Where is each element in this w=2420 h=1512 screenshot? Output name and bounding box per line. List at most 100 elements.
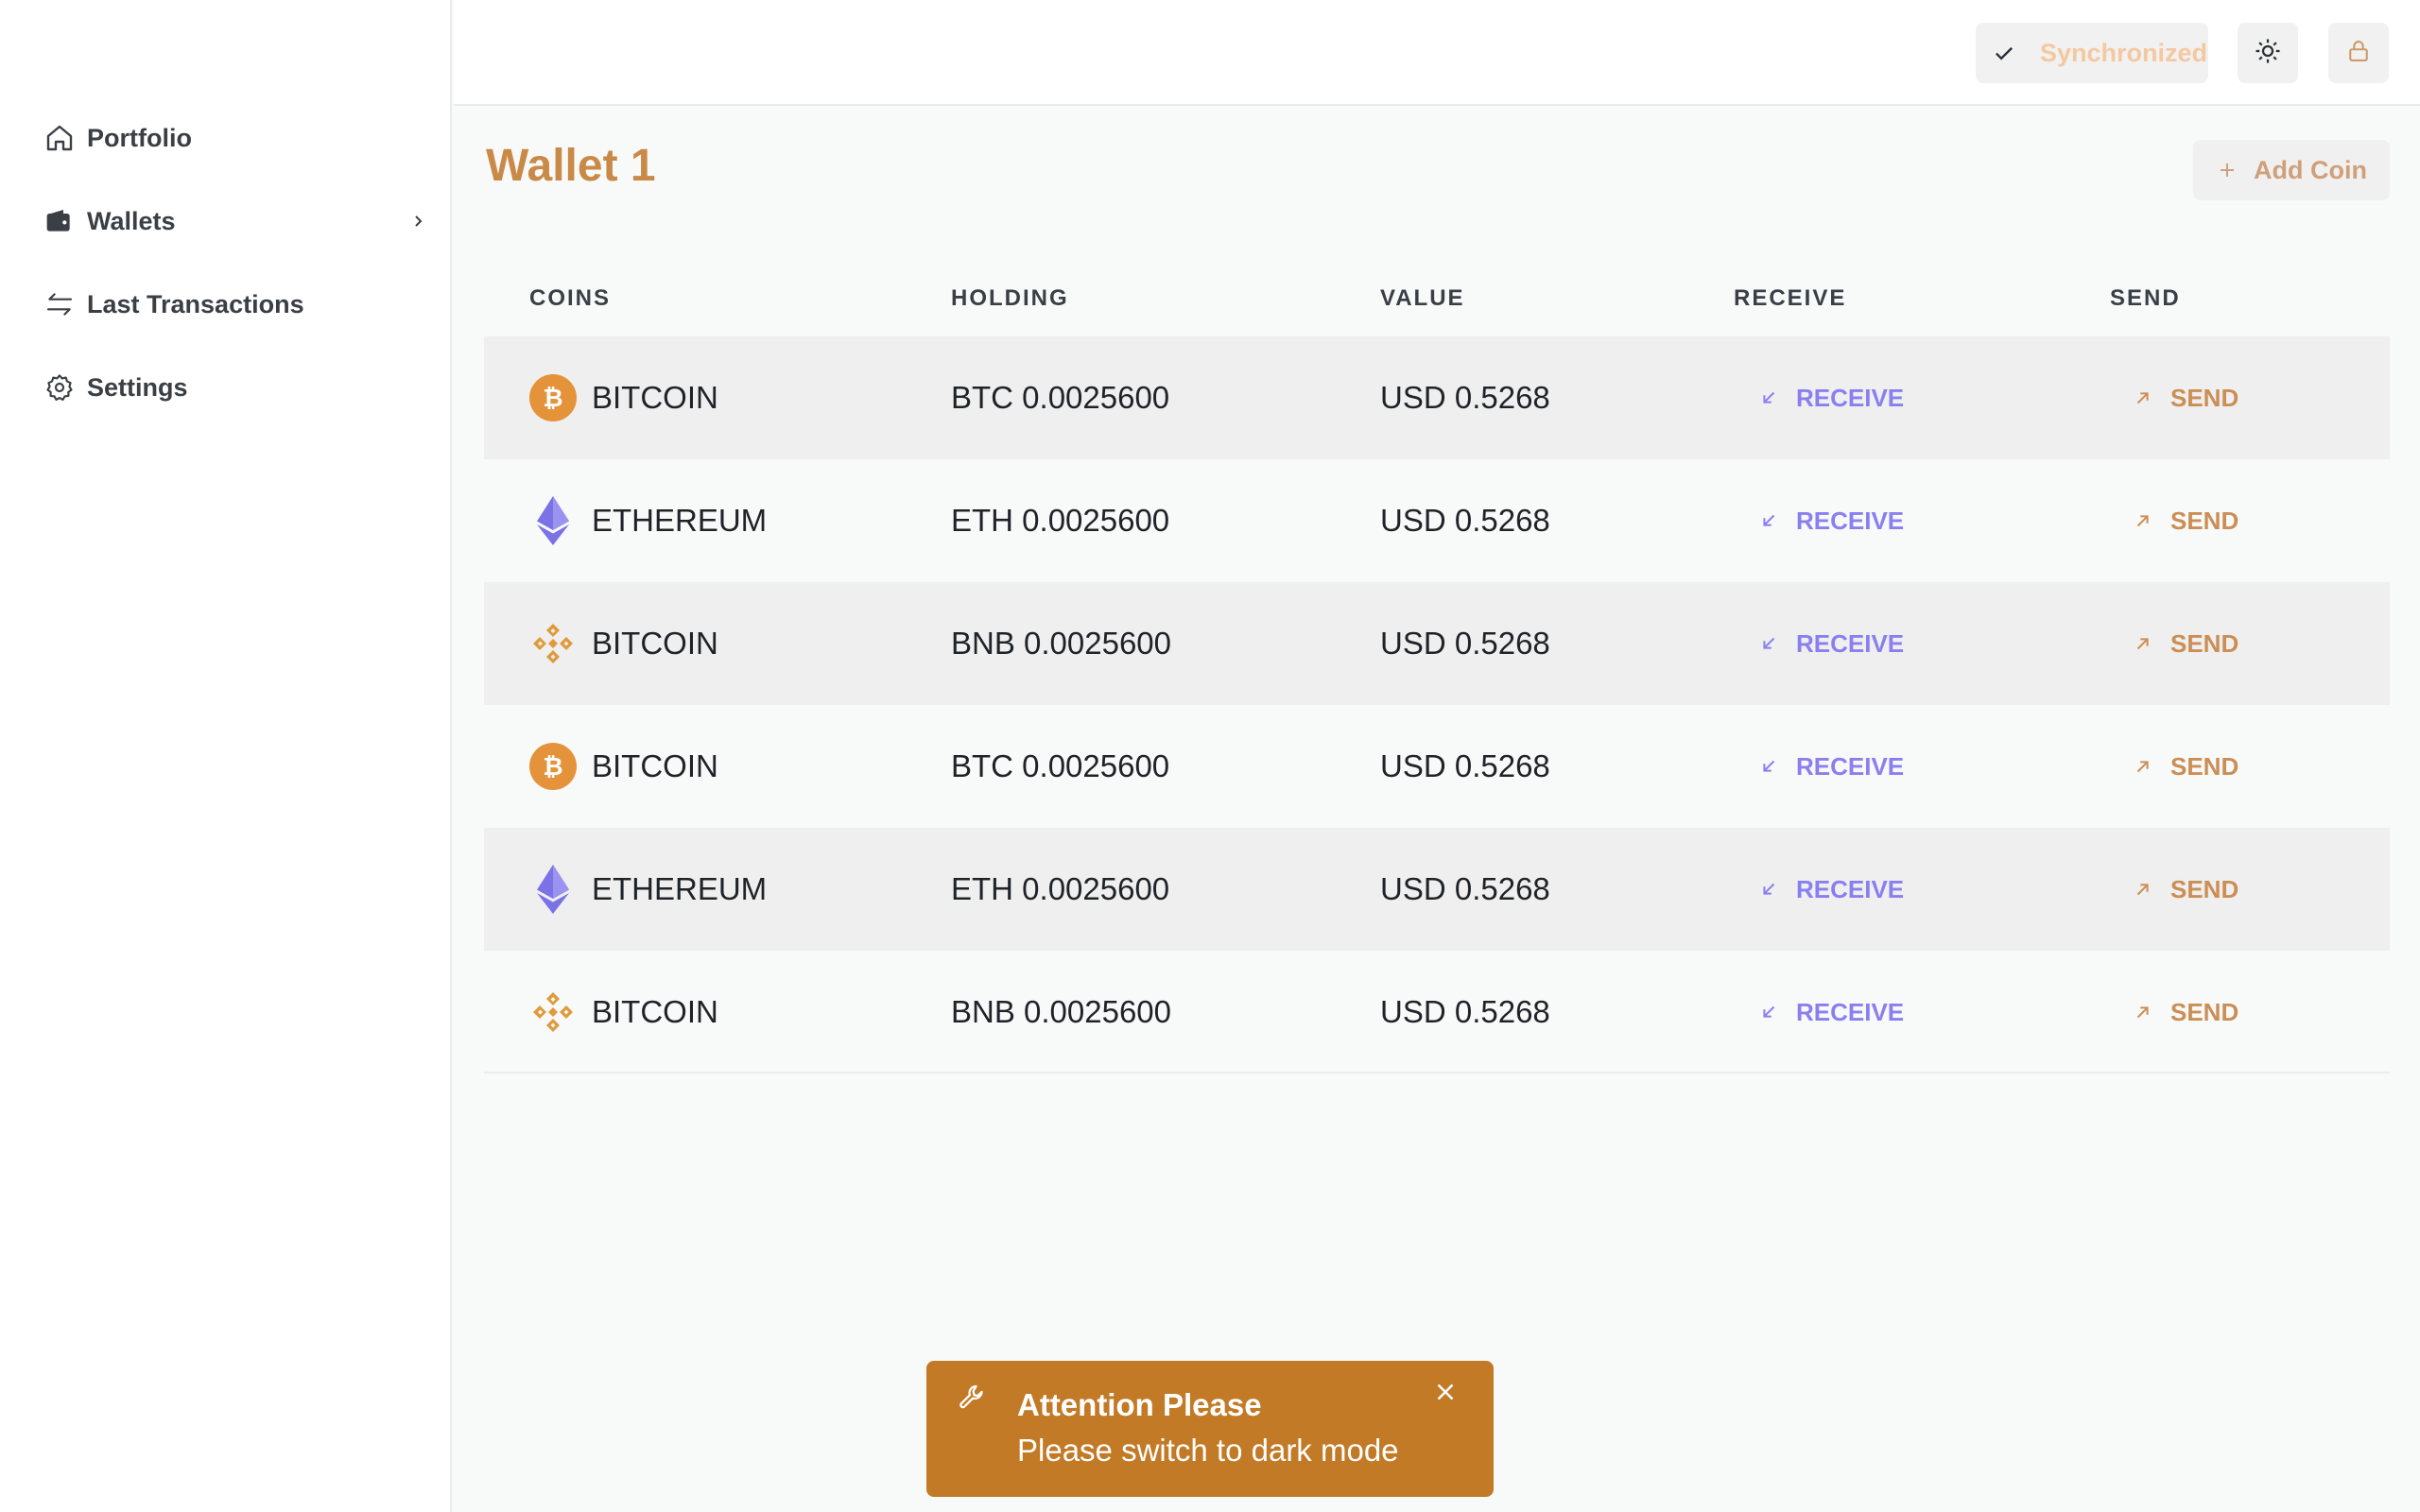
table-row: BITCOIN BNB 0.0025600 USD 0.5268 RECEIVE…: [484, 582, 2390, 705]
theme-toggle-button[interactable]: [2238, 23, 2298, 83]
coin-name: ETHEREUM: [592, 871, 768, 906]
coin-name: ETHEREUM: [592, 503, 768, 538]
send-button[interactable]: SEND: [2133, 582, 2238, 705]
sidebar-item-label: Settings: [87, 372, 188, 402]
holding-cell: BNB 0.0025600: [951, 994, 1172, 1029]
send-button[interactable]: SEND: [2133, 828, 2238, 951]
receive-label: RECEIVE: [1796, 751, 1905, 781]
ethereum-logo: [529, 496, 577, 545]
arrow-down-left-icon: [1763, 1005, 1775, 1018]
bitcoin-logo: ₿: [529, 374, 577, 421]
coin-cell: ₿ BITCOIN: [529, 705, 718, 828]
table-header: COINS HOLDING VALUE RECEIVE SEND: [484, 265, 2390, 336]
table-row: ETHEREUM ETH 0.0025600 USD 0.5268 RECEIV…: [484, 828, 2390, 951]
arrow-down-left-icon: [1763, 391, 1775, 404]
value-cell: USD 0.5268: [1380, 503, 1550, 538]
send-button[interactable]: SEND: [2133, 951, 2238, 1074]
sidebar-item-label: Wallets: [87, 206, 176, 235]
wrench-icon: [957, 1382, 989, 1414]
add-coin-button[interactable]: Add Coin: [2193, 140, 2390, 200]
arrow-up-right-icon: [2136, 515, 2149, 527]
receive-label: RECEIVE: [1796, 997, 1905, 1026]
arrow-down-left-icon: [1763, 883, 1775, 895]
coin-cell: ETHEREUM: [529, 828, 767, 951]
svg-text:₿: ₿: [543, 385, 562, 413]
gear-icon: [42, 369, 78, 405]
table-row: ₿ BITCOIN BTC 0.0025600 USD 0.5268 RECEI…: [484, 705, 2390, 828]
receive-label: RECEIVE: [1796, 506, 1905, 535]
arrow-up-right-icon: [2136, 884, 2149, 896]
arrow-down-left-icon: [1763, 514, 1775, 526]
arrow-down-left-icon: [1763, 637, 1775, 649]
send-button[interactable]: SEND: [2133, 459, 2238, 582]
checkmark-icon: [1991, 40, 2017, 66]
ethereum-logo: [529, 865, 577, 914]
sidebar-item-portfolio[interactable]: Portfolio: [42, 110, 429, 166]
column-header-coins: COINS: [529, 285, 612, 311]
transfer-icon: [42, 286, 78, 322]
receive-button[interactable]: RECEIVE: [1758, 705, 1904, 828]
arrow-up-right-icon: [2136, 761, 2149, 773]
send-button[interactable]: SEND: [2133, 705, 2238, 828]
receive-label: RECEIVE: [1796, 383, 1905, 412]
lock-icon: [2345, 38, 2372, 69]
coin-cell: BITCOIN: [529, 582, 718, 705]
sun-icon: [2254, 37, 2282, 70]
value-cell: USD 0.5268: [1380, 380, 1550, 415]
table-row: ₿ BITCOIN BTC 0.0025600 USD 0.5268 RECEI…: [484, 336, 2390, 459]
coin-name: BITCOIN: [592, 626, 718, 661]
send-label: SEND: [2170, 997, 2239, 1026]
column-header-send: SEND: [2110, 285, 2181, 311]
bitcoin-logo: ₿: [529, 743, 577, 790]
receive-label: RECEIVE: [1796, 874, 1905, 903]
toast-notification: Attention Please Please switch to dark m…: [926, 1361, 1494, 1497]
arrow-up-right-icon: [2136, 638, 2149, 650]
column-header-value: VALUE: [1380, 285, 1465, 311]
sidebar-nav: Portfolio Wallets Last Transactions Sett…: [42, 110, 429, 442]
value-cell: USD 0.5268: [1380, 994, 1550, 1029]
add-coin-label: Add Coin: [2254, 155, 2367, 184]
sidebar-item-settings[interactable]: Settings: [42, 359, 429, 416]
sidebar-item-last-transactions[interactable]: Last Transactions: [42, 276, 429, 333]
page-title: Wallet 1: [486, 141, 656, 191]
chevron-right-icon[interactable]: [406, 210, 429, 232]
receive-button[interactable]: RECEIVE: [1758, 828, 1904, 951]
table-row: BITCOIN BNB 0.0025600 USD 0.5268 RECEIVE…: [484, 951, 2390, 1074]
toast-title: Attention Please: [1017, 1387, 1262, 1422]
arrow-down-left-icon: [1763, 760, 1775, 772]
sidebar-item-label: Portfolio: [87, 123, 192, 152]
holding-cell: BTC 0.0025600: [951, 748, 1170, 783]
coins-table: COINS HOLDING VALUE RECEIVE SEND ₿ BITCO…: [484, 265, 2390, 1074]
sidebar-item-wallets[interactable]: Wallets: [42, 193, 429, 249]
holding-cell: BTC 0.0025600: [951, 380, 1170, 415]
coin-cell: ₿ BITCOIN: [529, 336, 718, 459]
arrow-up-right-icon: [2136, 392, 2149, 404]
send-button[interactable]: SEND: [2133, 336, 2238, 459]
column-header-receive: RECEIVE: [1734, 285, 1847, 311]
holding-cell: BNB 0.0025600: [951, 626, 1172, 661]
lock-button[interactable]: [2328, 23, 2389, 83]
coin-name: BITCOIN: [592, 994, 718, 1029]
holding-cell: ETH 0.0025600: [951, 871, 1170, 906]
home-icon: [42, 120, 78, 156]
wallet-icon: [42, 203, 78, 239]
close-icon[interactable]: [1431, 1378, 1460, 1406]
coin-name: BITCOIN: [592, 748, 718, 783]
send-label: SEND: [2170, 874, 2239, 903]
coin-name: BITCOIN: [592, 380, 718, 415]
value-cell: USD 0.5268: [1380, 871, 1550, 906]
receive-label: RECEIVE: [1796, 628, 1905, 658]
binance-logo: [529, 988, 577, 1036]
receive-button[interactable]: RECEIVE: [1758, 336, 1904, 459]
send-label: SEND: [2170, 628, 2239, 658]
receive-button[interactable]: RECEIVE: [1758, 951, 1904, 1074]
arrow-up-right-icon: [2136, 1006, 2149, 1019]
synchronized-button[interactable]: Synchronized: [1976, 23, 2208, 83]
binance-logo: [529, 620, 577, 667]
plus-icon: [2216, 159, 2238, 181]
receive-button[interactable]: RECEIVE: [1758, 582, 1904, 705]
svg-text:₿: ₿: [543, 753, 562, 782]
table-row: ETHEREUM ETH 0.0025600 USD 0.5268 RECEIV…: [484, 459, 2390, 582]
column-header-holding: HOLDING: [951, 285, 1069, 311]
receive-button[interactable]: RECEIVE: [1758, 459, 1904, 582]
